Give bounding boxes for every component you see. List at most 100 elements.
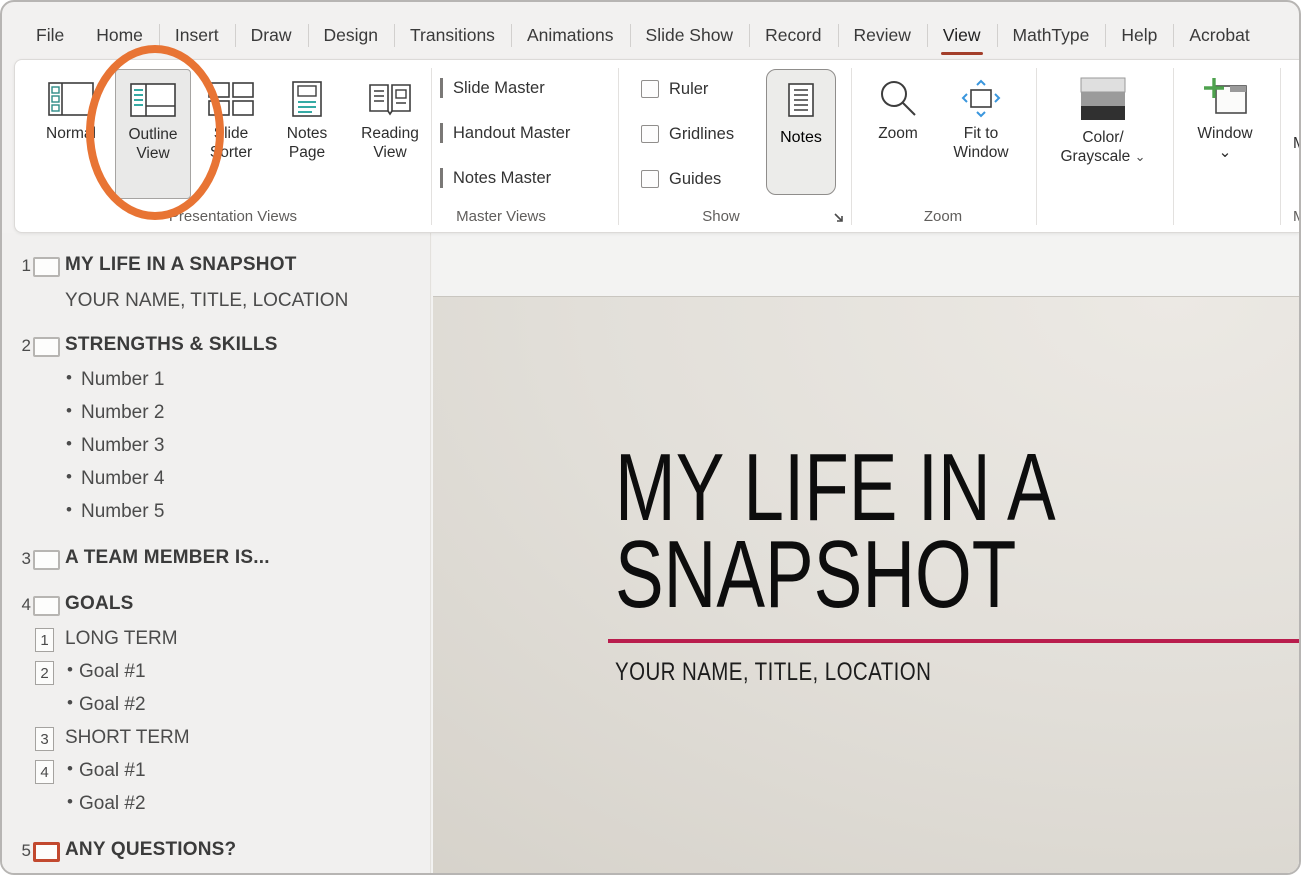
slide-master-button[interactable]: Slide Master (440, 75, 545, 101)
group-label-master-views: Master Views (401, 208, 601, 225)
zoom-button[interactable]: Zoom (860, 69, 936, 199)
gridlines-checkbox[interactable]: Gridlines (641, 123, 734, 145)
animation-order-badge: 3 (35, 727, 54, 751)
outline-slide-1[interactable]: 1 MY LIFE IN A SNAPSHOT (2, 254, 430, 281)
outline-view-icon (116, 82, 190, 118)
outline-bullet[interactable]: • Number 3 (2, 435, 430, 462)
slide-number: 2 (14, 336, 31, 356)
slide-number: 3 (14, 549, 31, 569)
fit-to-window-icon (941, 81, 1021, 117)
outline-slide-2[interactable]: 2 STRENGTHS & SKILLS (2, 334, 430, 361)
macros-button[interactable]: Macros (1293, 135, 1301, 153)
color-grayscale-icon (1055, 77, 1151, 121)
tab-home[interactable]: Home (80, 12, 159, 59)
normal-view-button[interactable]: Normal (33, 69, 109, 199)
tab-slide-show[interactable]: Slide Show (630, 12, 750, 59)
group-label-show: Show (661, 208, 781, 225)
outline-slide-1-subtitle[interactable]: YOUR NAME, TITLE, LOCATION (2, 290, 430, 317)
slide-canvas[interactable]: MY LIFE IN A SNAPSHOT YOUR NAME, TITLE, … (433, 296, 1299, 873)
guides-checkbox[interactable]: Guides (641, 168, 721, 190)
checkbox-icon (641, 80, 659, 98)
tab-transitions[interactable]: Transitions (394, 12, 511, 59)
slide-icon-selected[interactable] (33, 842, 60, 862)
outline-anim-item[interactable]: 1 LONG TERM (2, 628, 430, 655)
handout-master-button[interactable]: Handout Master (440, 120, 570, 146)
slide-sorter-button[interactable]: Slide Sorter (193, 69, 269, 199)
notes-master-icon (440, 168, 443, 188)
ruler-checkbox[interactable]: Ruler (641, 78, 708, 100)
slide-icon[interactable] (33, 337, 60, 357)
tab-record[interactable]: Record (749, 12, 837, 59)
outline-view-button[interactable]: Outline View (115, 69, 191, 199)
chevron-down-icon: ⌄ (1185, 143, 1265, 162)
window-icon (1185, 77, 1265, 117)
slide-title[interactable]: MY LIFE IN A SNAPSHOT (615, 444, 1056, 618)
tab-acrobat[interactable]: Acrobat (1173, 12, 1265, 59)
outline-anim-item[interactable]: 4 • Goal #1 (2, 760, 430, 787)
slide-number: 5 (14, 841, 31, 861)
tab-animations[interactable]: Animations (511, 12, 630, 59)
outline-bullet[interactable]: • Number 1 (2, 369, 430, 396)
animation-order-badge: 1 (35, 628, 54, 652)
outline-bullet[interactable]: • Goal #2 (2, 793, 430, 820)
tab-help[interactable]: Help (1105, 12, 1173, 59)
outline-slide-title[interactable]: STRENGTHS & SKILLS (65, 334, 278, 356)
slide-icon[interactable] (33, 596, 60, 616)
notes-button[interactable]: Notes (766, 69, 836, 195)
color-grayscale-button[interactable]: Color/ Grayscale ⌄ (1055, 69, 1151, 199)
animation-order-badge: 2 (35, 661, 54, 685)
group-label-macros: Macros (1293, 208, 1301, 225)
group-separator (618, 68, 619, 225)
slide-number: 1 (14, 256, 31, 276)
group-separator (851, 68, 852, 225)
tab-design[interactable]: Design (308, 12, 394, 59)
macros-group-clipped: Macros Macros (1293, 60, 1301, 232)
reading-view-icon (350, 81, 430, 117)
handout-master-icon (440, 123, 443, 143)
tab-file[interactable]: File (20, 12, 80, 59)
slide-sorter-icon (193, 81, 269, 117)
slide-editing-pane: MY LIFE IN A SNAPSHOT YOUR NAME, TITLE, … (432, 233, 1299, 873)
bullet-icon: • (66, 434, 72, 454)
outline-slide-3[interactable]: 3 A TEAM MEMBER IS... (2, 547, 430, 574)
group-separator (1036, 68, 1037, 225)
show-dialog-launcher[interactable] (831, 210, 847, 226)
slide-icon[interactable] (33, 550, 60, 570)
window-button[interactable]: Window ⌄ (1185, 69, 1265, 199)
outline-pane: 1 MY LIFE IN A SNAPSHOT YOUR NAME, TITLE… (2, 233, 431, 873)
outline-bullet[interactable]: • Goal #2 (2, 694, 430, 721)
group-separator (431, 68, 432, 225)
outline-slide-4[interactable]: 4 GOALS (2, 593, 430, 620)
powerpoint-window: File Home Insert Draw Design Transitions… (0, 0, 1301, 875)
outline-slide-title[interactable]: A TEAM MEMBER IS... (65, 547, 270, 569)
tab-mathtype[interactable]: MathType (997, 12, 1106, 59)
bullet-icon: • (67, 693, 73, 713)
outline-bullet[interactable]: • Number 2 (2, 402, 430, 429)
outline-anim-item[interactable]: 2 • Goal #1 (2, 661, 430, 688)
tab-draw[interactable]: Draw (235, 12, 308, 59)
notes-icon (767, 83, 835, 123)
chevron-down-icon: ⌄ (1135, 149, 1146, 164)
outline-slide-title[interactable]: MY LIFE IN A SNAPSHOT (65, 254, 297, 276)
notes-page-button[interactable]: Notes Page (269, 69, 345, 199)
fit-to-window-button[interactable]: Fit to Window (941, 69, 1021, 199)
tab-view[interactable]: View (927, 12, 997, 59)
bullet-icon: • (67, 660, 73, 680)
outline-slide-title[interactable]: ANY QUESTIONS? (65, 839, 236, 861)
bullet-icon: • (66, 467, 72, 487)
outline-slide-5[interactable]: 5 ANY QUESTIONS? (2, 839, 430, 866)
reading-view-button[interactable]: Reading View (350, 69, 430, 199)
outline-slide-title[interactable]: GOALS (65, 593, 134, 615)
slide-subtitle[interactable]: YOUR NAME, TITLE, LOCATION (615, 658, 931, 687)
outline-bullet[interactable]: • Number 4 (2, 468, 430, 495)
tab-review[interactable]: Review (838, 12, 927, 59)
bullet-icon: • (66, 368, 72, 388)
outline-anim-item[interactable]: 3 SHORT TERM (2, 727, 430, 754)
bullet-icon: • (66, 500, 72, 520)
tab-insert[interactable]: Insert (159, 12, 235, 59)
outline-bullet[interactable]: • Number 5 (2, 501, 430, 528)
ribbon-tab-bar: File Home Insert Draw Design Transitions… (20, 12, 1266, 59)
notes-master-button[interactable]: Notes Master (440, 165, 551, 191)
group-label-zoom: Zoom (883, 208, 1003, 225)
slide-icon[interactable] (33, 257, 60, 277)
